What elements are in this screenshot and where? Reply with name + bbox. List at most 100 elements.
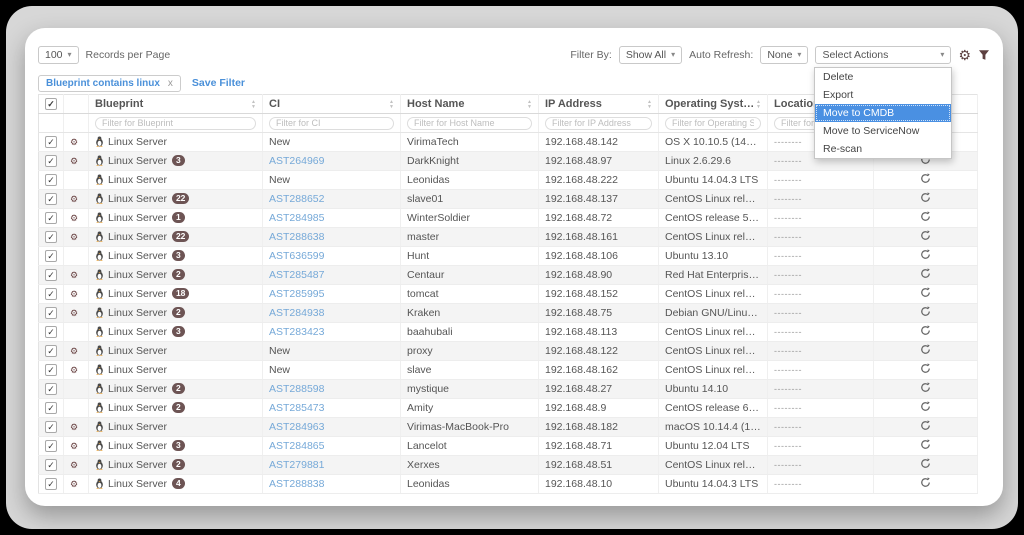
row-checkbox[interactable] — [45, 250, 57, 263]
ci-link[interactable]: AST285487 — [269, 269, 324, 281]
rescan-icon[interactable] — [920, 477, 931, 488]
rescan-icon[interactable] — [920, 344, 931, 355]
table-row[interactable]: ⚙ Linux Server2 AST288598 mystique 192.1… — [38, 379, 978, 399]
rescan-icon[interactable] — [920, 420, 931, 431]
sort-icon[interactable] — [389, 100, 394, 110]
row-checkbox[interactable] — [45, 269, 57, 282]
table-row[interactable]: ⚙ Linux Server 18 AST285995 tomcat 192.16… — [38, 284, 978, 304]
table-row[interactable]: ⚙ Linux Server1 AST284985 WinterSoldier … — [38, 208, 978, 228]
sort-icon[interactable] — [647, 100, 652, 110]
row-checkbox[interactable] — [45, 136, 57, 149]
column-header-host-name[interactable]: Host Name — [400, 94, 539, 114]
rescan-icon[interactable] — [920, 173, 931, 184]
table-row[interactable]: ⚙ Linux Server 2 AST285487 Centaur 192.16… — [38, 265, 978, 285]
select-actions-dropdown[interactable]: Select Actions ▾ — [815, 46, 952, 64]
column-header-ci[interactable]: CI — [262, 94, 401, 114]
save-filter-link[interactable]: Save Filter — [192, 77, 245, 89]
rescan-icon[interactable] — [920, 439, 931, 450]
rescan-icon[interactable] — [920, 211, 931, 222]
row-checkbox[interactable] — [45, 193, 57, 206]
table-row[interactable]: ⚙ Linux Server New slave 192.168.48.162 … — [38, 360, 978, 380]
table-row[interactable]: ⚙ Linux Server 2 AST284938 Kraken 192.168… — [38, 303, 978, 323]
row-checkbox[interactable] — [45, 326, 57, 339]
chip-close-icon[interactable]: x — [168, 78, 173, 89]
ci-link[interactable]: AST264969 — [269, 155, 324, 167]
select-all-checkbox[interactable] — [45, 98, 57, 111]
rescan-icon[interactable] — [920, 382, 931, 393]
row-checkbox[interactable] — [45, 288, 57, 301]
ci-link[interactable]: AST636599 — [269, 250, 324, 262]
filter-input-ci[interactable] — [269, 116, 394, 130]
rescan-icon[interactable] — [920, 458, 931, 469]
table-row[interactable]: ⚙ Linux Server 22 AST288652 slave01 192.1… — [38, 189, 978, 209]
rescan-icon[interactable] — [920, 287, 931, 298]
linux-penguin-icon — [96, 345, 103, 356]
table-row[interactable]: ⚙ Linux Server New proxy 192.168.48.122 … — [38, 341, 978, 361]
menu-item-re-scan[interactable]: Re-scan — [815, 140, 951, 158]
table-row[interactable]: ⚙ Linux Server 22 AST288638 master 192.16… — [38, 227, 978, 247]
menu-item-move-to-cmdb[interactable]: Move to CMDB — [815, 104, 951, 122]
row-checkbox[interactable] — [45, 459, 57, 472]
filter-input-host-name[interactable] — [407, 116, 532, 130]
ci-link[interactable]: AST284865 — [269, 440, 324, 452]
auto-refresh-select[interactable]: None ▾ — [760, 46, 809, 64]
filter-input-operating-system[interactable] — [665, 116, 761, 130]
rescan-icon[interactable] — [920, 230, 931, 241]
filter-chip[interactable]: Blueprint contains linux x — [38, 74, 181, 92]
menu-item-move-to-servicenow[interactable]: Move to ServiceNow — [815, 122, 951, 140]
rescan-icon[interactable] — [920, 192, 931, 203]
table-row[interactable]: ⚙ Linux Server 2 AST279881 Xerxes 192.168… — [38, 455, 978, 475]
row-checkbox[interactable] — [45, 307, 57, 320]
table-row[interactable]: ⚙ Linux Server3 AST636599 Hunt 192.168.4… — [38, 246, 978, 266]
table-row[interactable]: ⚙ Linux Server New Leonidas 192.168.48.2… — [38, 170, 978, 190]
row-checkbox[interactable] — [45, 155, 57, 168]
ci-link[interactable]: AST283423 — [269, 326, 324, 338]
ci-link[interactable]: AST284938 — [269, 307, 324, 319]
row-checkbox[interactable] — [45, 231, 57, 244]
filter-icon[interactable] — [978, 49, 990, 61]
rescan-icon[interactable] — [920, 306, 931, 317]
row-checkbox[interactable] — [45, 478, 57, 491]
sort-icon[interactable] — [251, 100, 256, 110]
ci-link[interactable]: AST285473 — [269, 402, 324, 414]
row-checkbox[interactable] — [45, 174, 57, 187]
row-checkbox[interactable] — [45, 212, 57, 225]
sort-icon[interactable] — [527, 100, 532, 110]
rescan-icon[interactable] — [920, 325, 931, 336]
column-header-operating-system[interactable]: Operating System — [658, 94, 768, 114]
ci-link[interactable]: AST288652 — [269, 193, 324, 205]
column-header-blueprint[interactable]: Blueprint — [88, 94, 263, 114]
flag-icon: ⚙ — [70, 289, 79, 299]
ci-link[interactable]: AST288638 — [269, 231, 324, 243]
table-row[interactable]: ⚙ Linux Server 3 AST284865 Lancelot 192.1… — [38, 436, 978, 456]
ci-link[interactable]: AST284963 — [269, 421, 324, 433]
row-checkbox[interactable] — [45, 364, 57, 377]
rescan-icon[interactable] — [920, 268, 931, 279]
rescan-icon[interactable] — [920, 401, 931, 412]
records-per-page-select[interactable]: 100 ▾ — [38, 46, 79, 64]
table-row[interactable]: ⚙ Linux Server AST284963 Virimas-MacBook… — [38, 417, 978, 437]
table-row[interactable]: ⚙ Linux Server2 AST285473 Amity 192.168.… — [38, 398, 978, 418]
gear-icon[interactable]: ⚙ — [958, 48, 971, 62]
filter-by-select[interactable]: Show All ▾ — [618, 46, 683, 64]
ci-link[interactable]: AST285995 — [269, 288, 324, 300]
row-checkbox[interactable] — [45, 402, 57, 415]
row-checkbox[interactable] — [45, 345, 57, 358]
rescan-icon[interactable] — [920, 363, 931, 374]
row-checkbox[interactable] — [45, 383, 57, 396]
row-checkbox[interactable] — [45, 440, 57, 453]
ci-link[interactable]: AST288838 — [269, 478, 324, 490]
ci-link[interactable]: AST279881 — [269, 459, 324, 471]
column-header-ip-address[interactable]: IP Address — [538, 94, 659, 114]
menu-item-delete[interactable]: Delete — [815, 68, 951, 86]
table-row[interactable]: ⚙ Linux Server 4 AST288838 Leonidas 192.1… — [38, 474, 978, 494]
table-row[interactable]: ⚙ Linux Server3 AST283423 baahubali 192.… — [38, 322, 978, 342]
filter-input-ip-address[interactable] — [545, 116, 652, 130]
menu-item-export[interactable]: Export — [815, 86, 951, 104]
row-checkbox[interactable] — [45, 421, 57, 434]
blueprint-label: Linux Server — [108, 250, 167, 262]
ci-link[interactable]: AST284985 — [269, 212, 324, 224]
rescan-icon[interactable] — [920, 249, 931, 260]
ci-link[interactable]: AST288598 — [269, 383, 324, 395]
filter-input-blueprint[interactable] — [95, 116, 256, 130]
